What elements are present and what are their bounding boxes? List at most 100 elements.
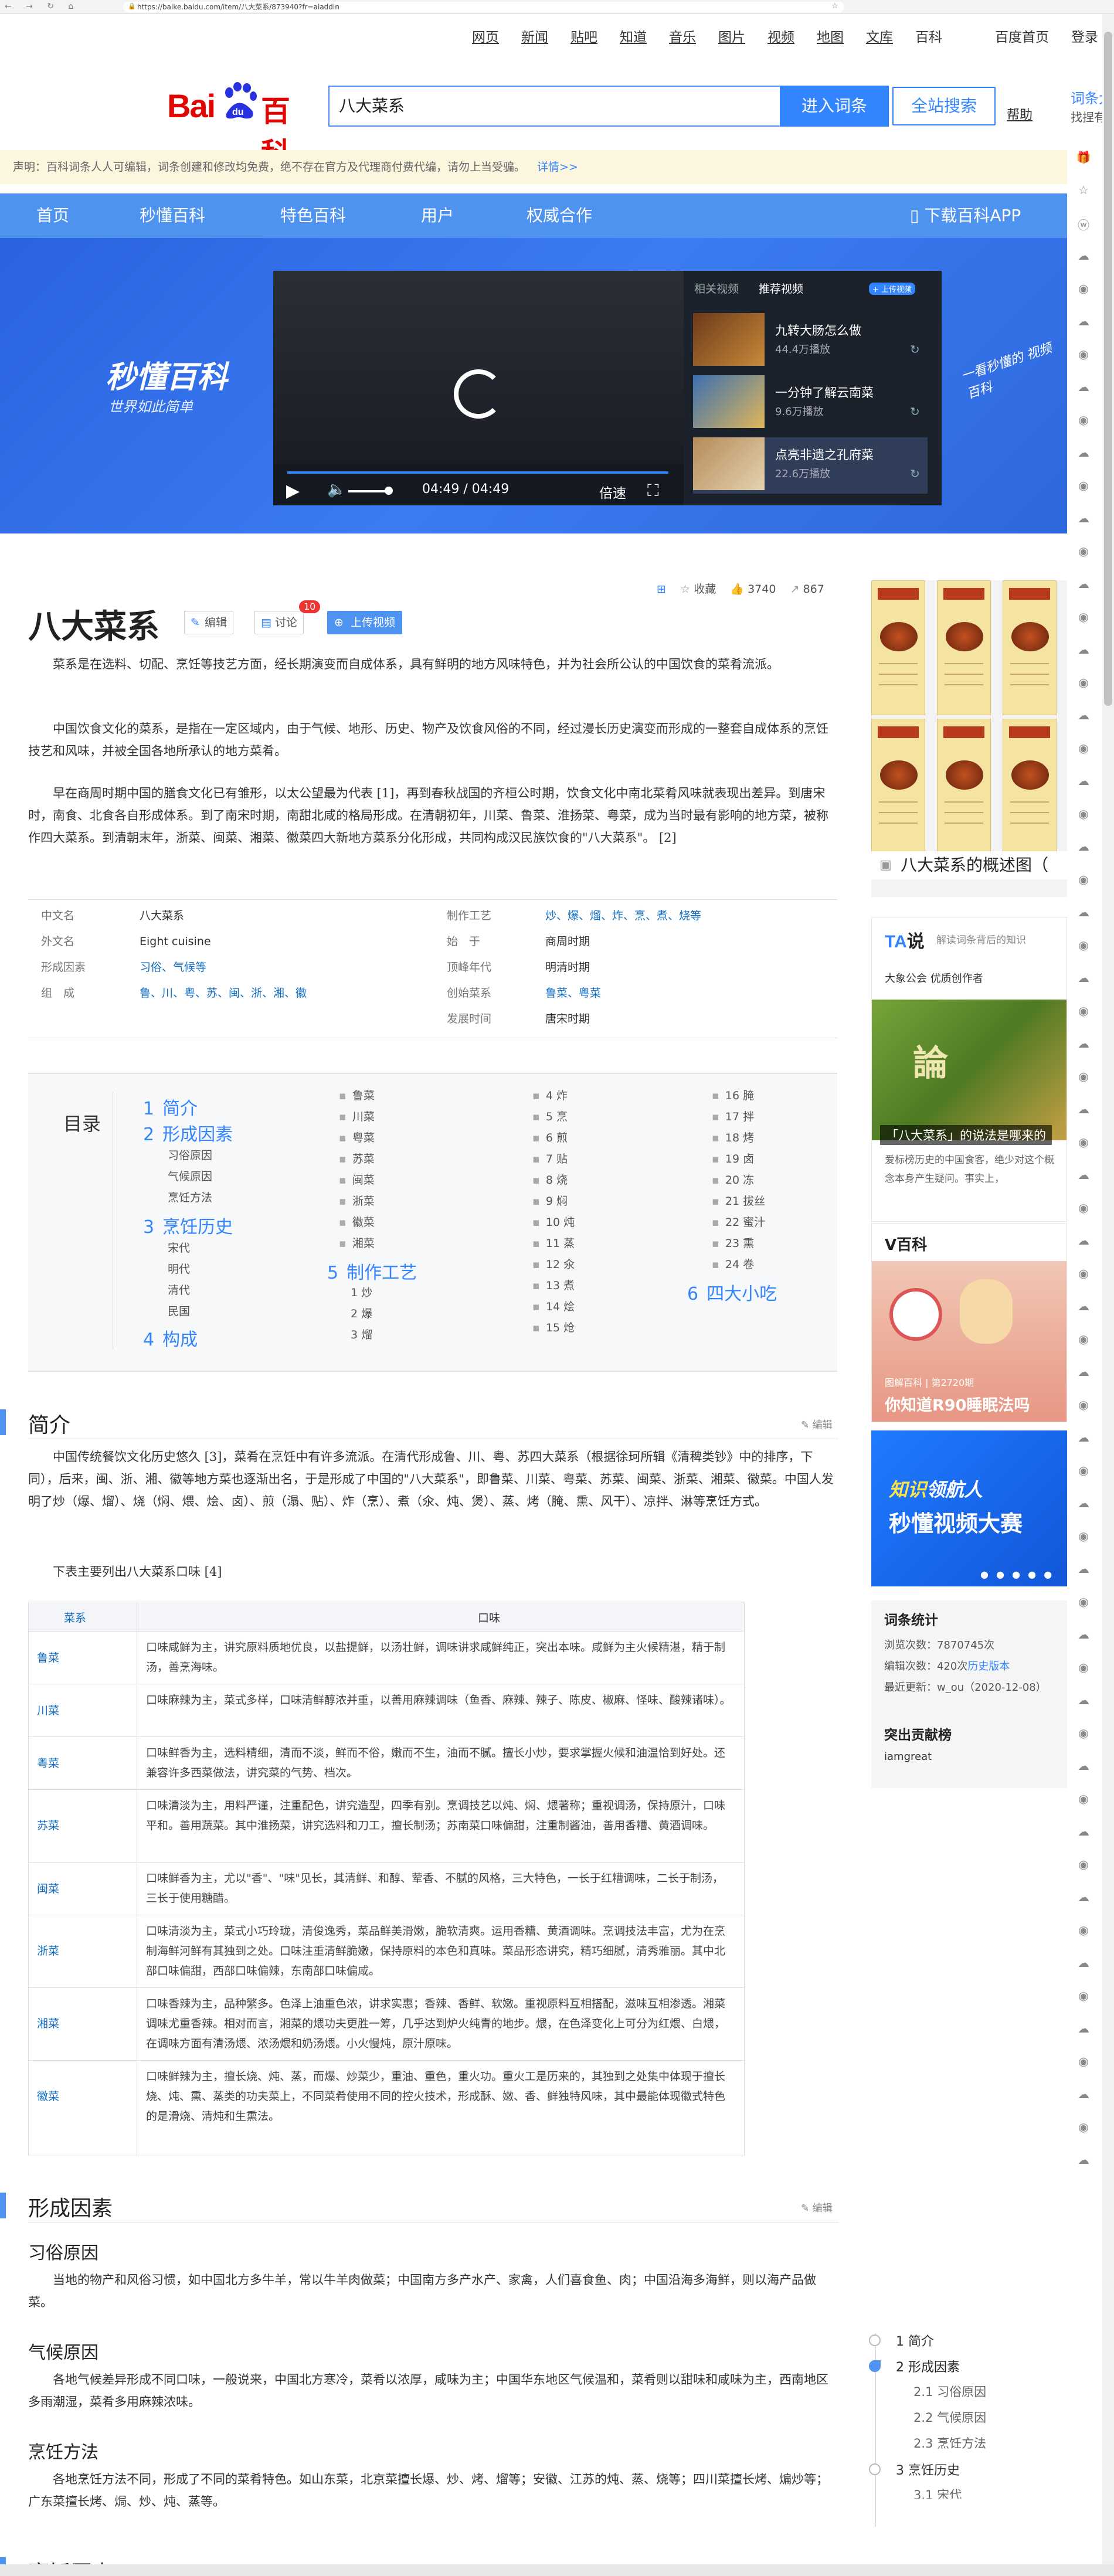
zhishi-banner[interactable]: 知识领航人 秒懂视频大赛 ● ● ● ● ● <box>871 1430 1067 1586</box>
wechat-icon[interactable]: ☁ <box>1075 840 1092 856</box>
eye-icon[interactable]: ◉ <box>1075 807 1092 823</box>
wechat-icon[interactable]: ☁ <box>1075 1365 1092 1381</box>
toc-subitem[interactable]: 烹饪方法 <box>168 1189 212 1205</box>
speed-button[interactable]: 倍速 <box>599 482 626 502</box>
video-item[interactable]: 九转大肠怎么做 44.4万播放 ↻ <box>693 313 928 369</box>
tab-related-videos[interactable]: 相关视频 <box>694 280 739 296</box>
toc-item[interactable]: 5 制作工艺 <box>327 1258 417 1284</box>
wechat-icon[interactable]: ☁ <box>1075 708 1092 725</box>
toc-subitem[interactable]: ▪ 16 腌 <box>712 1087 754 1103</box>
wechat-icon[interactable]: ☁ <box>1075 643 1092 659</box>
toc-subitem[interactable]: ▪ 6 煎 <box>532 1129 568 1145</box>
toc-subitem[interactable]: 民国 <box>168 1303 190 1318</box>
download-app-link[interactable]: ▯ 下载百科APP <box>910 193 1021 238</box>
scrollbar-thumb[interactable] <box>1104 32 1112 706</box>
toc-subitem[interactable]: ▪ 19 卤 <box>712 1150 754 1166</box>
address-bar[interactable]: https://baike.baidu.com/item/八大菜系/873940… <box>123 2 844 12</box>
toplink-login[interactable]: 登录 <box>1071 26 1098 46</box>
eye-icon[interactable]: ◉ <box>1075 1463 1092 1480</box>
toc-subitem[interactable]: ▪ 鲁菜 <box>339 1087 375 1103</box>
wechat-icon[interactable]: ☁ <box>1075 1890 1092 1906</box>
eye-icon[interactable]: ◉ <box>1075 741 1092 757</box>
eye-icon[interactable]: ◉ <box>1075 1398 1092 1414</box>
toplink-web[interactable]: 网页 <box>472 26 499 46</box>
eye-icon[interactable]: ◉ <box>1075 1660 1092 1677</box>
wechat-icon[interactable]: ☁ <box>1075 1168 1092 1184</box>
upload-video-button-title[interactable]: ⊕ 上传视频 <box>327 611 403 634</box>
eye-icon[interactable]: ◉ <box>1075 1004 1092 1020</box>
gift-icon[interactable]: 🎁 <box>1075 150 1092 166</box>
history-link[interactable]: 历史版本 <box>967 1660 1010 1673</box>
toc-subitem[interactable]: ▪ 17 拌 <box>712 1108 754 1124</box>
toc-subitem[interactable]: ▪ 苏菜 <box>339 1150 375 1166</box>
toc-subitem[interactable]: ▪ 闽菜 <box>339 1171 375 1187</box>
add-icon[interactable]: ⊞ <box>657 583 666 596</box>
toc-subitem[interactable]: ▪ 徽菜 <box>339 1214 375 1229</box>
video-item-selected[interactable]: 点亮非遗之孔府菜 22.6万播放 ↻ <box>693 437 928 494</box>
wechat-icon[interactable]: ☁ <box>1075 446 1092 462</box>
toc-subitem[interactable]: ▪ 20 冻 <box>712 1171 754 1187</box>
wechat-icon[interactable]: ☁ <box>1075 1693 1092 1710</box>
wechat-icon[interactable]: ☁ <box>1075 314 1092 331</box>
eye-icon[interactable]: ◉ <box>1075 1726 1092 1742</box>
toc-item[interactable]: 3 烹饪历史 <box>143 1212 233 1238</box>
cuisine-link[interactable]: 徽菜 <box>37 2088 59 2103</box>
toc-item[interactable]: 4 构成 <box>143 1325 198 1351</box>
wechat-icon[interactable]: ☁ <box>1075 2153 1092 2169</box>
toplink-music[interactable]: 音乐 <box>669 26 696 46</box>
search-input[interactable]: 八大菜系 <box>328 86 780 127</box>
volume-knob[interactable] <box>385 487 393 495</box>
float-toc-item[interactable]: 2.1 习俗原因 <box>913 2383 986 2400</box>
toc-subitem[interactable]: 1 炒 <box>351 1284 372 1300</box>
eye-icon[interactable]: ◉ <box>1075 478 1092 495</box>
browser-nav-icons[interactable]: ← → ↻ ⌂ <box>5 2 79 11</box>
wechat-icon[interactable]: ☁ <box>1075 2021 1092 2038</box>
cuisine-link[interactable]: 湘菜 <box>37 2015 59 2031</box>
float-toc-item[interactable]: 1 简介 <box>896 2331 934 2350</box>
cuisine-link[interactable]: 川菜 <box>37 1702 59 1718</box>
toc-subitem[interactable]: 清代 <box>168 1282 190 1297</box>
wechat-icon[interactable]: ☁ <box>1075 1956 1092 1972</box>
wechat-icon[interactable]: ☁ <box>1075 1562 1092 1578</box>
help-link[interactable]: 帮助 <box>1007 104 1033 123</box>
toc-subitem[interactable]: ▪ 川菜 <box>339 1108 375 1124</box>
toc-subitem[interactable]: ▪ 13 煮 <box>532 1277 575 1293</box>
toc-subitem[interactable]: ▪ 4 炸 <box>532 1087 568 1103</box>
wechat-icon[interactable]: ☁ <box>1075 577 1092 593</box>
toc-subitem[interactable]: ▪ 8 烧 <box>532 1171 568 1187</box>
wechat-icon[interactable]: ☁ <box>1075 249 1092 265</box>
toc-subitem[interactable]: ▪ 10 炖 <box>532 1214 575 1229</box>
toc-subitem[interactable]: ▪ 24 卷 <box>712 1256 754 1272</box>
toc-subitem[interactable]: ▪ 22 蜜汁 <box>712 1214 765 1229</box>
wechat-icon[interactable]: ☁ <box>1075 1299 1092 1316</box>
wechat-icon[interactable]: ☁ <box>1075 1233 1092 1250</box>
eye-icon[interactable]: ◉ <box>1075 1857 1092 1874</box>
toc-subitem[interactable]: ▪ 23 熏 <box>712 1235 754 1250</box>
toc-subitem[interactable]: ▪ 7 贴 <box>532 1150 568 1166</box>
toplink-video[interactable]: 视频 <box>767 26 794 46</box>
toc-subitem[interactable]: ▪ 9 焖 <box>532 1192 568 1208</box>
cuisine-link[interactable]: 浙菜 <box>37 1942 59 1958</box>
info-value-link[interactable]: 习俗、气候等 <box>140 954 206 980</box>
wechat-icon[interactable]: ☁ <box>1075 905 1092 922</box>
progress-bar[interactable] <box>287 471 668 474</box>
eye-icon[interactable]: ◉ <box>1075 1529 1092 1545</box>
collect-button[interactable]: 收藏 <box>694 583 716 596</box>
baidu-baike-logo[interactable]: Bai du 百科 <box>167 82 308 171</box>
share-icon[interactable]: ↗ <box>790 583 800 596</box>
wechat-icon[interactable]: ☁ <box>1075 1759 1092 1775</box>
toc-subitem[interactable]: ▪ 14 烩 <box>532 1298 575 1314</box>
toc-subitem[interactable]: ▪ 15 炝 <box>532 1319 575 1335</box>
toc-subitem[interactable]: 3 熘 <box>351 1326 372 1342</box>
nav-user[interactable]: 用户 <box>421 193 454 238</box>
wechat-icon[interactable]: ☁ <box>1075 1430 1092 1447</box>
toc-item[interactable]: 2 形成因素 <box>143 1120 233 1146</box>
float-toc-item[interactable]: 2.2 气候原因 <box>913 2408 986 2426</box>
wechat-icon[interactable]: ☁ <box>1075 1496 1092 1513</box>
carousel-dots[interactable]: ● ● ● ● ● <box>980 1569 1054 1580</box>
float-toc-item[interactable]: 2.3 烹饪方法 <box>913 2434 986 2452</box>
horizontal-scrollbar[interactable] <box>0 2564 1114 2576</box>
eye-icon[interactable]: ◉ <box>1075 938 1092 954</box>
toc-subitem[interactable]: 习俗原因 <box>168 1147 212 1163</box>
eye-icon[interactable]: ◉ <box>1075 1792 1092 1808</box>
